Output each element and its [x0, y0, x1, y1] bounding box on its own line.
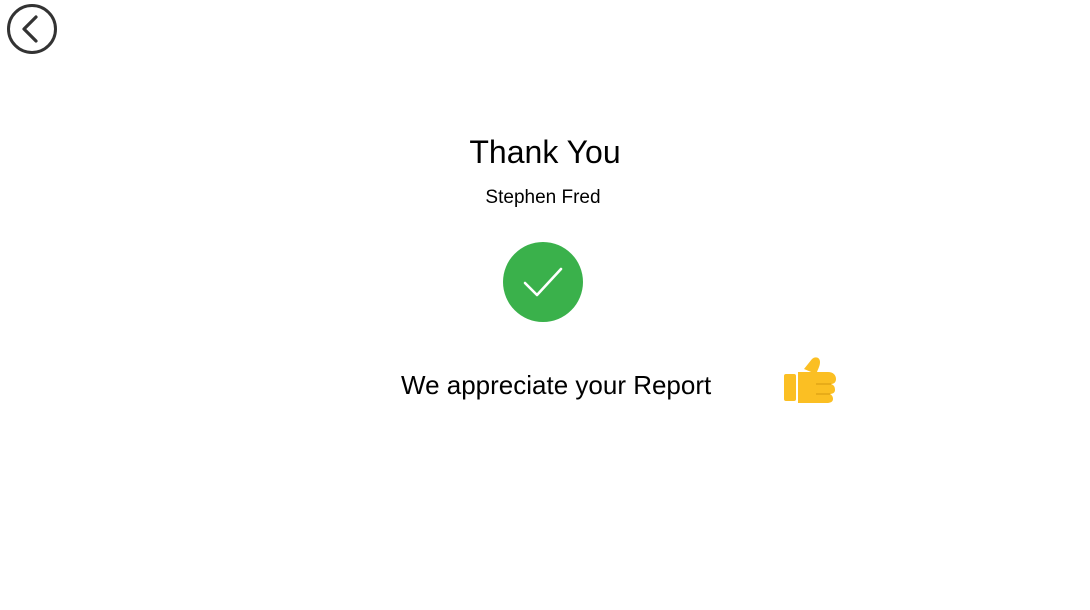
- appreciation-message: We appreciate your Report: [401, 370, 712, 400]
- check-circle-icon: [503, 242, 583, 322]
- back-button[interactable]: [7, 4, 57, 54]
- thumbs-up-icon: [782, 355, 838, 405]
- chevron-left-circle-icon: [7, 4, 57, 54]
- success-badge: [503, 242, 583, 322]
- user-name: Stephen Fred: [485, 187, 601, 208]
- page-title: Thank You: [469, 134, 621, 170]
- confirmation-page: Thank You Stephen Fred We appreciate you…: [0, 0, 1090, 610]
